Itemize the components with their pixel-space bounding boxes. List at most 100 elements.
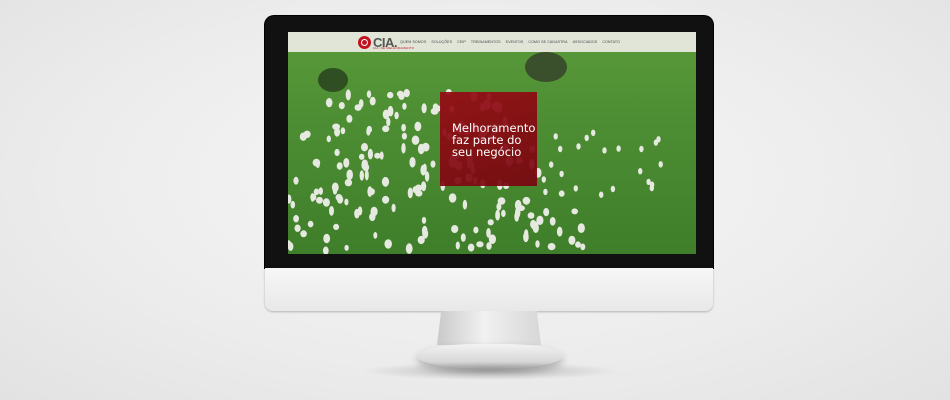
cow bbox=[448, 193, 457, 203]
cow bbox=[299, 132, 307, 141]
cow bbox=[495, 209, 500, 221]
nav-eventos[interactable]: EVENTOS bbox=[506, 40, 524, 44]
cow bbox=[387, 91, 394, 99]
cow bbox=[639, 145, 644, 153]
cow bbox=[334, 127, 341, 137]
cow bbox=[344, 178, 353, 187]
cow bbox=[455, 241, 460, 250]
cow bbox=[364, 169, 369, 181]
cow bbox=[334, 148, 340, 157]
cow bbox=[366, 125, 372, 134]
cow bbox=[322, 246, 329, 254]
main-nav: QUEM SOMOS SOLUÇÕES CEIP TREINAMENTOS EV… bbox=[400, 40, 620, 44]
cow bbox=[430, 160, 436, 168]
cow bbox=[382, 125, 390, 133]
cow bbox=[366, 90, 372, 98]
cow bbox=[602, 147, 607, 154]
nav-contato[interactable]: CONTATO bbox=[602, 40, 620, 44]
cow bbox=[558, 145, 563, 153]
cow bbox=[496, 202, 502, 211]
cow bbox=[591, 129, 596, 136]
cow bbox=[396, 90, 404, 97]
monitor-stand-neck bbox=[437, 311, 541, 345]
cow bbox=[325, 98, 333, 108]
monitor-chin bbox=[265, 268, 713, 311]
cow bbox=[340, 127, 346, 135]
cow bbox=[338, 102, 345, 110]
cow bbox=[344, 244, 349, 251]
cow bbox=[401, 132, 407, 140]
cow bbox=[401, 143, 406, 154]
nav-como-se-cadastra[interactable]: COMO SE CADASTRA bbox=[528, 40, 567, 44]
cow bbox=[541, 176, 546, 183]
cow bbox=[344, 198, 349, 206]
cow bbox=[409, 157, 416, 168]
nav-associados[interactable]: ASSOCIADOS bbox=[573, 40, 598, 44]
site-header: CIA. CIA. DE MELHORAMENTO QUEM SOMOS SOL… bbox=[288, 32, 696, 52]
cow bbox=[329, 206, 334, 216]
cow bbox=[357, 206, 363, 216]
cow bbox=[367, 148, 373, 160]
cow bbox=[432, 103, 439, 110]
cow bbox=[322, 198, 330, 207]
cow bbox=[359, 170, 364, 181]
cow bbox=[610, 185, 616, 193]
cow bbox=[451, 225, 459, 233]
cow bbox=[336, 162, 343, 170]
cow bbox=[543, 208, 550, 217]
cow bbox=[361, 161, 367, 170]
cow bbox=[462, 199, 468, 210]
cow bbox=[558, 190, 565, 197]
cow bbox=[318, 187, 323, 195]
cow bbox=[646, 178, 651, 186]
cow bbox=[599, 191, 604, 198]
cow bbox=[515, 207, 521, 218]
cow bbox=[358, 153, 365, 160]
monitor-shadow bbox=[360, 362, 620, 380]
monitor-screen: CIA. CIA. DE MELHORAMENTO QUEM SOMOS SOL… bbox=[288, 32, 696, 254]
cow bbox=[307, 220, 314, 228]
cow bbox=[294, 224, 301, 232]
cow bbox=[374, 152, 381, 159]
cow bbox=[656, 136, 661, 143]
cow bbox=[405, 243, 413, 254]
nav-solucoes[interactable]: SOLUÇÕES bbox=[431, 40, 452, 44]
nav-treinamentos[interactable]: TREINAMENTOS bbox=[471, 40, 501, 44]
hero-banner: Melhoramento faz parte do seu negócio bbox=[440, 92, 537, 186]
logo-icon bbox=[358, 35, 371, 49]
cow bbox=[345, 89, 351, 101]
cow bbox=[473, 226, 479, 234]
cow bbox=[556, 226, 563, 237]
cow bbox=[549, 161, 554, 168]
nav-quem-somos[interactable]: QUEM SOMOS bbox=[400, 40, 426, 44]
cow bbox=[543, 188, 548, 196]
logo-tagline: CIA. DE MELHORAMENTO bbox=[373, 46, 415, 50]
cow bbox=[323, 233, 331, 244]
cow bbox=[333, 223, 340, 230]
cow bbox=[658, 161, 663, 168]
nav-ceip[interactable]: CEIP bbox=[457, 40, 466, 44]
cow bbox=[394, 111, 399, 120]
cow bbox=[421, 181, 427, 192]
cow bbox=[616, 145, 621, 152]
cow bbox=[421, 225, 428, 236]
cow bbox=[391, 203, 396, 213]
cow bbox=[300, 230, 307, 238]
cow bbox=[346, 169, 353, 181]
cow bbox=[417, 235, 425, 245]
cow bbox=[312, 158, 321, 167]
cow bbox=[361, 143, 368, 152]
cow bbox=[523, 231, 529, 243]
cow bbox=[421, 103, 427, 114]
cow bbox=[384, 239, 392, 249]
cow bbox=[411, 135, 420, 145]
cow bbox=[310, 193, 315, 202]
cow bbox=[536, 215, 544, 225]
cow bbox=[421, 216, 427, 224]
cow bbox=[288, 194, 292, 204]
cow bbox=[332, 187, 338, 195]
cow bbox=[407, 187, 413, 199]
cow bbox=[487, 219, 494, 226]
cow bbox=[316, 196, 323, 204]
hero-headline: Melhoramento faz parte do seu negócio bbox=[452, 122, 535, 158]
